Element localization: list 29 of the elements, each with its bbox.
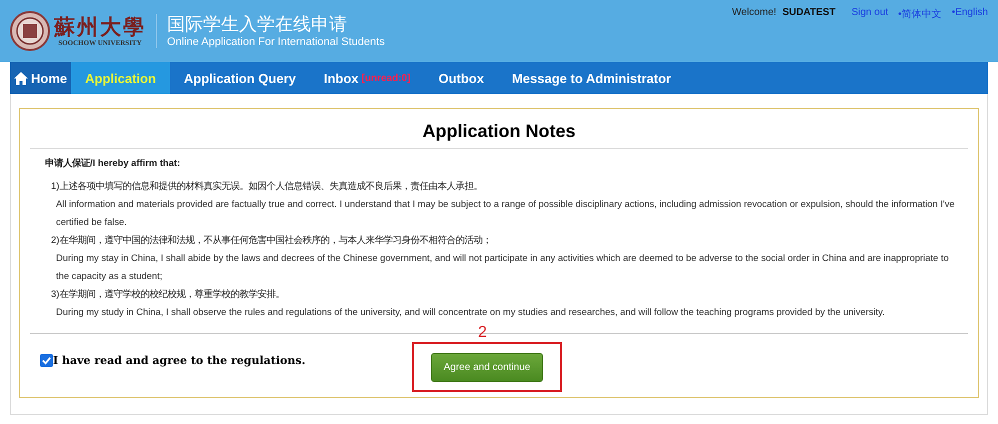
note-translation: During my stay in China, I shall abide by the laws and decrees of the Chinese government, and will not participate in any activities which are deemed to be adverse to the social order in China and are inappropriate to the capacity as a student; xyxy=(55,251,950,283)
header-link[interactable]: •简体中文 xyxy=(898,7,942,21)
site-subtitle: Online Application For International Students xyxy=(167,36,385,48)
agree-button[interactable]: Agree and continue xyxy=(430,352,544,382)
agree-checkbox[interactable] xyxy=(40,354,53,366)
note-translation: During my study in China, I shall observe the rules and regulations of the university, and will concentrate on my studies and researches, and will follow the teaching programs provided by the university. xyxy=(55,305,886,319)
nav-tab[interactable]: Application xyxy=(71,62,170,94)
note-text: 2)在华期间，遵守中国的法律和法规，不从事任何危害中国社会秩序的，与本人来华学习身份不相符合的活动； xyxy=(50,233,492,247)
notes-title: Application Notes xyxy=(30,109,968,149)
welcome-text: Welcome! xyxy=(732,7,776,18)
home-icon xyxy=(14,72,28,84)
nav-tab[interactable]: Inbox [unread:0] xyxy=(310,62,424,94)
site-title: 国际学生入学在线申请 xyxy=(167,14,348,36)
agree-label: I have read and agree to the regulations. xyxy=(53,354,306,366)
university-emblem-icon xyxy=(10,11,50,51)
step-number: 2 xyxy=(478,325,487,341)
nav-tab[interactable]: Message to Administrator xyxy=(498,62,686,94)
notes-heading: 申请人保证/I hereby affirm that: xyxy=(45,157,182,170)
header-link[interactable]: •English xyxy=(952,7,988,18)
unread-count: [unread:0] xyxy=(362,72,410,84)
user-name: SUDATEST xyxy=(782,7,836,18)
nav-tab[interactable]: Application Query xyxy=(170,62,310,94)
university-logo-name: 蘇州大學 xyxy=(54,15,146,39)
note-translation: All information and materials provided are factually true and correct. I understand that I may be subject to a range of possible disciplinary actions, including admission revocation or expulsion, should the information I've certified be false. xyxy=(55,197,956,229)
nav-tab[interactable]: Home xyxy=(10,62,72,94)
nav-tab[interactable]: Outbox xyxy=(424,62,498,94)
header-link[interactable]: Sign out xyxy=(851,7,888,18)
note-text: 3)在学期间，遵守学校的校纪校规，尊重学校的教学安排。 xyxy=(50,287,286,301)
note-text: 1)上述各项中填写的信息和提供的材料真实无误。如因个人信息错误、失真造成不良后果，责任由本人承担。 xyxy=(50,179,484,193)
